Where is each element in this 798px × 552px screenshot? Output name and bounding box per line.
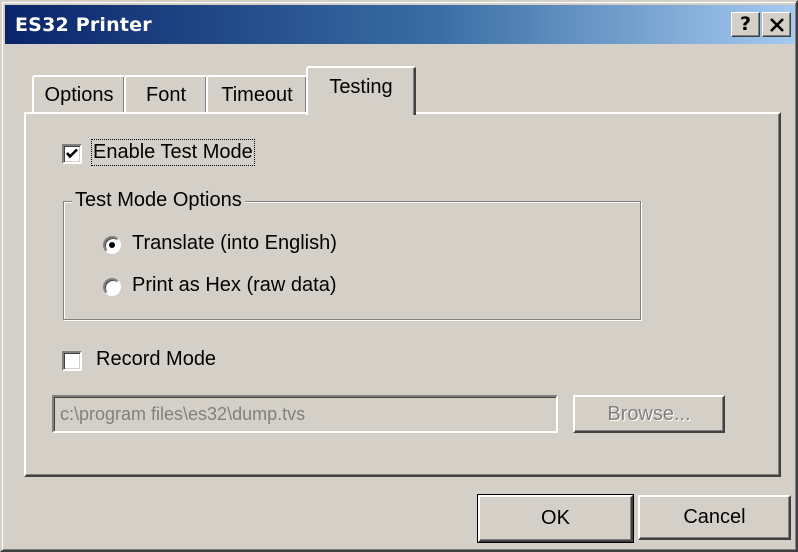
tab-font-label: Font [145, 84, 187, 106]
tab-options-label: Options [44, 84, 114, 106]
tab-timeout[interactable]: Timeout [206, 75, 308, 113]
tab-testing[interactable]: Testing [306, 66, 416, 115]
testing-panel: Enable Test Mode Test Mode Options Trans… [24, 112, 781, 477]
window-title: ES32 Printer [15, 14, 152, 36]
translate-label[interactable]: Translate (into English) [132, 232, 337, 255]
close-button[interactable] [762, 12, 791, 37]
test-mode-options-group [63, 201, 641, 320]
enable-test-mode-checkbox[interactable] [62, 144, 82, 164]
close-icon [769, 18, 784, 32]
checkmark-icon [66, 148, 78, 159]
record-mode-checkbox[interactable] [62, 351, 82, 371]
print-as-hex-label[interactable]: Print as Hex (raw data) [132, 274, 337, 297]
translate-radio[interactable] [103, 236, 121, 254]
enable-test-mode-label[interactable]: Enable Test Mode [91, 139, 255, 166]
tab-options[interactable]: Options [32, 75, 126, 113]
browse-button[interactable]: Browse... [573, 395, 725, 433]
tab-testing-label: Testing [329, 76, 393, 98]
printer-dialog: ES32 Printer ? Options Font Timeout Test… [0, 0, 798, 552]
tab-font[interactable]: Font [124, 75, 208, 113]
help-button[interactable]: ? [731, 12, 760, 37]
dump-path-input[interactable]: c:\program files\es32\dump.tvs [52, 395, 558, 433]
cancel-button[interactable]: Cancel [638, 495, 791, 540]
record-mode-label[interactable]: Record Mode [96, 348, 216, 371]
tab-timeout-label: Timeout [221, 84, 293, 106]
radio-selected-dot [109, 242, 115, 248]
title-bar[interactable]: ES32 Printer ? [5, 5, 795, 44]
ok-button-label: OK [541, 507, 570, 529]
test-mode-options-title: Test Mode Options [72, 189, 245, 212]
print-as-hex-radio[interactable] [103, 278, 121, 296]
ok-button[interactable]: OK [477, 494, 634, 543]
